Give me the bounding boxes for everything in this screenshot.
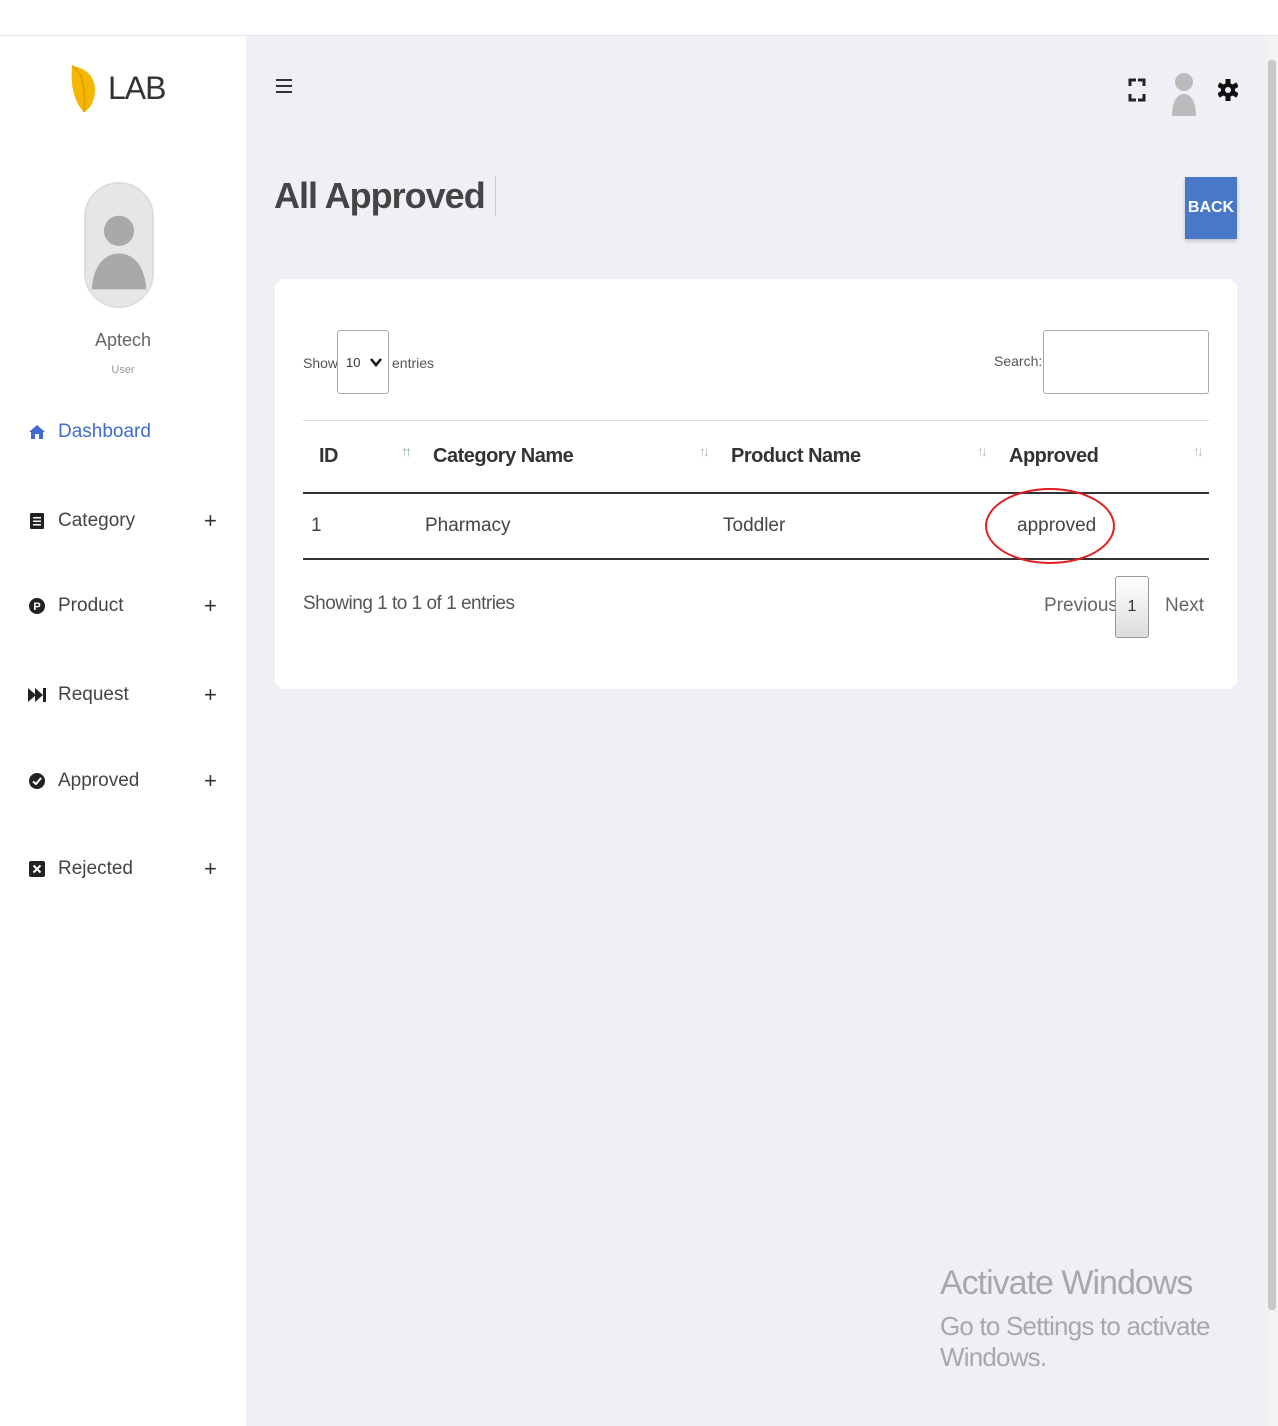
sidebar-item-approved[interactable]: Approved + [28, 766, 228, 796]
column-header-product[interactable]: Product Name ↑↓ [715, 420, 993, 494]
cell-id: 1 [303, 492, 417, 560]
column-header-id[interactable]: ID ↑↑ [303, 420, 417, 494]
page-1-button[interactable]: 1 [1115, 576, 1149, 638]
search-label: Search: [994, 353, 1043, 369]
expand-plus-icon[interactable]: + [204, 593, 217, 619]
user-avatar-icon[interactable] [1170, 70, 1198, 123]
logo-text: LAB [108, 69, 166, 106]
list-icon [28, 512, 46, 530]
page-length-select[interactable]: 10 [337, 330, 389, 394]
cell-product: Toddler [715, 492, 993, 560]
sort-icon: ↑↓ [977, 443, 988, 459]
sidebar-item-request[interactable]: Request + [28, 680, 228, 710]
window-top-strip [0, 0, 1278, 36]
gear-icon[interactable] [1217, 78, 1239, 107]
table-row: 1 Pharmacy Toddler approved [303, 487, 1209, 564]
table-info: Showing 1 to 1 of 1 entries [303, 593, 515, 614]
sidebar: LAB Aptech User Dashboard Category + P P… [0, 36, 246, 1426]
search-input[interactable] [1043, 330, 1209, 394]
avatar [84, 182, 154, 308]
chevron-down-icon [370, 355, 382, 370]
app-logo[interactable]: LAB [68, 62, 166, 114]
sidebar-item-product[interactable]: P Product + [28, 591, 228, 621]
page-length-value: 10 [346, 354, 361, 370]
cell-category: Pharmacy [417, 492, 715, 560]
previous-page-button[interactable]: Previous [1044, 595, 1118, 617]
user-silhouette-icon [86, 185, 152, 305]
sidebar-item-label: Request [58, 684, 129, 705]
next-page-button[interactable]: Next [1165, 595, 1204, 617]
watermark-subtitle: Go to Settings to activate Windows. [940, 1311, 1211, 1372]
table-card: Show 10 entries Search: ID ↑↑ Category N… [275, 279, 1237, 689]
leaf-logo-icon [71, 65, 96, 113]
expand-plus-icon[interactable]: + [204, 508, 217, 534]
scrollbar-thumb[interactable] [1268, 60, 1276, 1310]
user-name: Aptech [94, 330, 152, 350]
p-badge-icon: P [28, 597, 46, 615]
watermark-title: Activate Windows [940, 1264, 1193, 1302]
sidebar-item-label: Product [58, 595, 124, 616]
column-header-approved[interactable]: Approved ↑↓ [993, 420, 1209, 494]
sort-icon: ↑↓ [1193, 443, 1204, 459]
check-circle-icon [28, 772, 46, 790]
table-header-row: ID ↑↑ Category Name ↑↓ Product Name ↑↓ A… [303, 420, 1209, 494]
sidebar-item-rejected[interactable]: Rejected + [28, 854, 228, 884]
expand-plus-icon[interactable]: + [204, 682, 217, 708]
hamburger-menu-icon[interactable] [274, 76, 296, 98]
approved-table: ID ↑↑ Category Name ↑↓ Product Name ↑↓ A… [303, 420, 1209, 564]
sidebar-item-label: Rejected [58, 858, 133, 879]
cell-approved: approved [985, 487, 1209, 564]
fast-forward-icon [28, 686, 46, 704]
sidebar-item-label: Approved [58, 770, 140, 791]
main-content: All Approved BACK Show 10 entries Search… [246, 36, 1266, 1426]
sidebar-item-label: Dashboard [58, 421, 151, 442]
page-title: All Approved [274, 176, 496, 216]
sidebar-item-label: Category [58, 510, 136, 531]
entries-label: entries [392, 355, 435, 371]
home-icon [28, 423, 46, 441]
show-label: Show [303, 355, 339, 371]
x-square-icon [28, 860, 46, 878]
expand-plus-icon[interactable]: + [204, 856, 217, 882]
sort-asc-icon: ↑↑ [401, 443, 412, 459]
approved-status-text: approved [1017, 514, 1097, 536]
column-header-category[interactable]: Category Name ↑↓ [417, 420, 715, 494]
sidebar-item-category[interactable]: Category + [28, 506, 228, 536]
expand-plus-icon[interactable]: + [204, 768, 217, 794]
vertical-scrollbar[interactable] [1266, 36, 1278, 1426]
sort-icon: ↑↓ [699, 443, 710, 459]
activate-windows-watermark: Activate Windows Go to Settings to activ… [940, 1264, 1266, 1373]
user-role: User [111, 364, 135, 376]
svg-text:P: P [33, 601, 40, 613]
sidebar-item-dashboard[interactable]: Dashboard [28, 417, 228, 447]
back-button[interactable]: BACK [1185, 177, 1237, 239]
fullscreen-icon[interactable] [1128, 78, 1146, 107]
